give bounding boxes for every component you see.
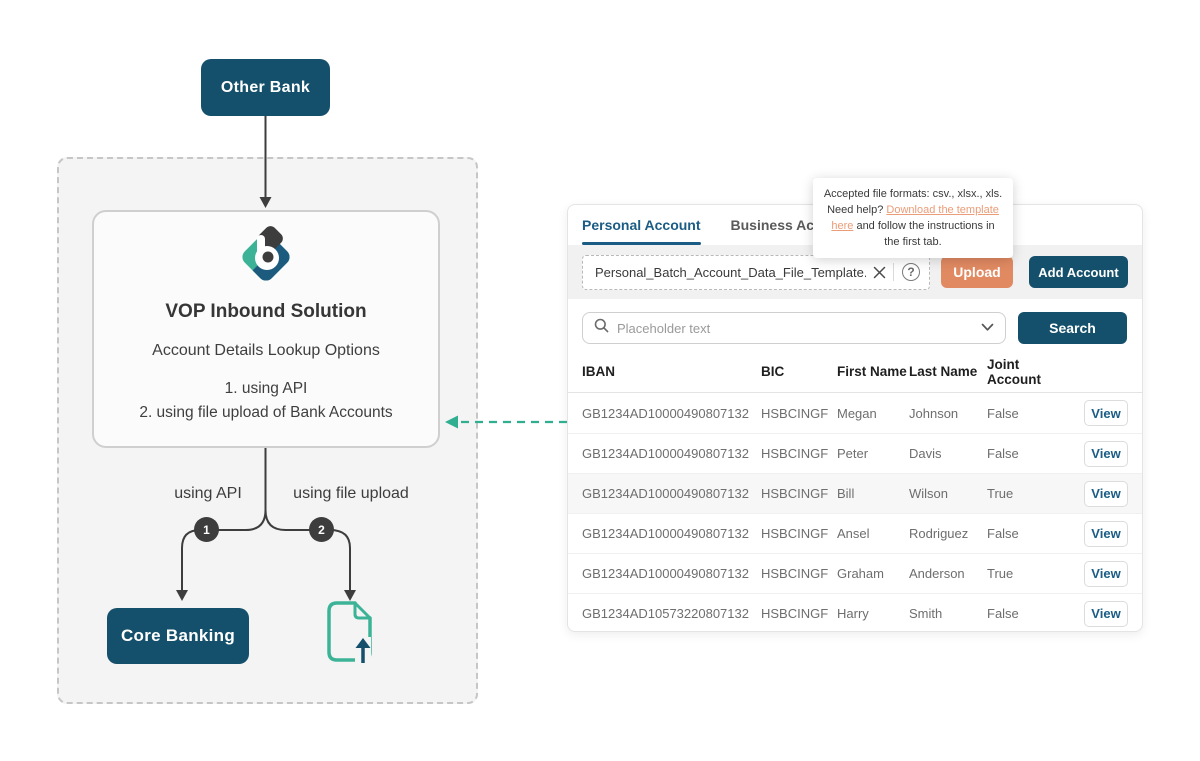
column-header-iban: IBAN [582,364,761,379]
branch-label-api: using API [158,485,258,503]
cell-iban: GB1234AD10000490807132 [582,406,761,421]
tooltip-text: and follow the instructions in the first… [853,220,994,248]
cell-first-name: Peter [837,446,909,461]
table-row: GB1234AD10000490807132 HSBCINGF Graham A… [568,553,1142,593]
add-account-button[interactable]: Add Account [1029,256,1128,288]
cell-bic: HSBCINGF [761,446,837,461]
branch-label-file-upload: using file upload [276,485,426,503]
view-button[interactable]: View [1084,441,1128,467]
view-button[interactable]: View [1084,400,1128,426]
cell-first-name: Bill [837,486,909,501]
tab-personal-account-label: Personal Account [582,217,701,233]
cell-first-name: Graham [837,566,909,581]
search-field[interactable] [582,312,1006,344]
view-button[interactable]: View [1084,561,1128,587]
solution-option-api: 1. using API [139,377,392,401]
column-header-joint-account: Joint Account [987,357,1071,387]
solution-title: VOP Inbound Solution [165,301,366,323]
file-input[interactable]: Personal_Batch_Account_Data_File_Templat… [582,255,930,290]
cell-bic: HSBCINGF [761,526,837,541]
view-button[interactable]: View [1084,481,1128,507]
cell-last-name: Davis [909,446,987,461]
table-row: GB1234AD10000490807132 HSBCINGF Ansel Ro… [568,513,1142,553]
search-button[interactable]: Search [1018,312,1127,344]
help-icon[interactable]: ? [902,263,920,281]
view-button[interactable]: View [1084,521,1128,547]
other-bank-label: Other Bank [221,79,310,97]
core-banking-label: Core Banking [121,626,235,646]
cell-joint-account: False [987,526,1071,541]
cell-bic: HSBCINGF [761,566,837,581]
cell-joint-account: False [987,606,1071,621]
cell-last-name: Rodriguez [909,526,987,541]
cell-first-name: Harry [837,606,909,621]
table-header-row: IBAN BIC First Name Last Name Joint Acco… [568,351,1142,393]
file-upload-icon [324,599,378,672]
cell-joint-account: True [987,486,1071,501]
column-header-last-name: Last Name [909,364,987,379]
upload-button[interactable]: Upload [941,256,1013,288]
cell-first-name: Ansel [837,526,909,541]
table-row: GB1234AD10000490807132 HSBCINGF Bill Wil… [568,473,1142,513]
table-row: GB1234AD10000490807132 HSBCINGF Megan Jo… [568,393,1142,433]
chevron-down-icon[interactable] [981,319,994,337]
core-banking-node: Core Banking [107,608,249,664]
account-panel: Personal Account Business Account Person… [567,204,1143,632]
cell-bic: HSBCINGF [761,486,837,501]
accounts-table: IBAN BIC First Name Last Name Joint Acco… [568,351,1142,632]
column-header-first-name: First Name [837,364,909,379]
upload-help-tooltip: Accepted file formats: csv., xlsx., xls.… [813,178,1013,258]
cell-joint-account: True [987,566,1071,581]
step-badge-2: 2 [309,517,334,542]
vop-solution-node: VOP Inbound Solution Account Details Loo… [92,210,440,448]
cell-iban: GB1234AD10573220807132 [582,606,761,621]
cell-last-name: Anderson [909,566,987,581]
cell-iban: GB1234AD10000490807132 [582,566,761,581]
clear-file-icon[interactable] [866,266,893,279]
search-icon [594,318,609,338]
table-row: GB1234AD10573220807132 HSBCINGF Harry Sm… [568,593,1142,632]
table-row: GB1234AD10000490807132 HSBCINGF Peter Da… [568,433,1142,473]
search-input[interactable] [617,321,973,336]
cell-iban: GB1234AD10000490807132 [582,446,761,461]
solution-option-file-upload: 2. using file upload of Bank Accounts [139,401,392,425]
selected-filename: Personal_Batch_Account_Data_File_Templat… [595,265,866,280]
cell-bic: HSBCINGF [761,406,837,421]
cell-last-name: Smith [909,606,987,621]
other-bank-node: Other Bank [201,59,330,116]
cell-bic: HSBCINGF [761,606,837,621]
view-button[interactable]: View [1084,601,1128,627]
cell-first-name: Megan [837,406,909,421]
tab-personal-account[interactable]: Personal Account [582,205,701,245]
cell-joint-account: False [987,406,1071,421]
column-header-bic: BIC [761,364,837,379]
cell-iban: GB1234AD10000490807132 [582,526,761,541]
cell-last-name: Johnson [909,406,987,421]
solution-subtitle: Account Details Lookup Options [152,342,380,360]
cell-last-name: Wilson [909,486,987,501]
input-divider [893,263,894,281]
search-toolbar: Search [568,299,1142,344]
vop-logo-icon [234,225,298,294]
cell-joint-account: False [987,446,1071,461]
step-badge-1: 1 [194,517,219,542]
cell-iban: GB1234AD10000490807132 [582,486,761,501]
